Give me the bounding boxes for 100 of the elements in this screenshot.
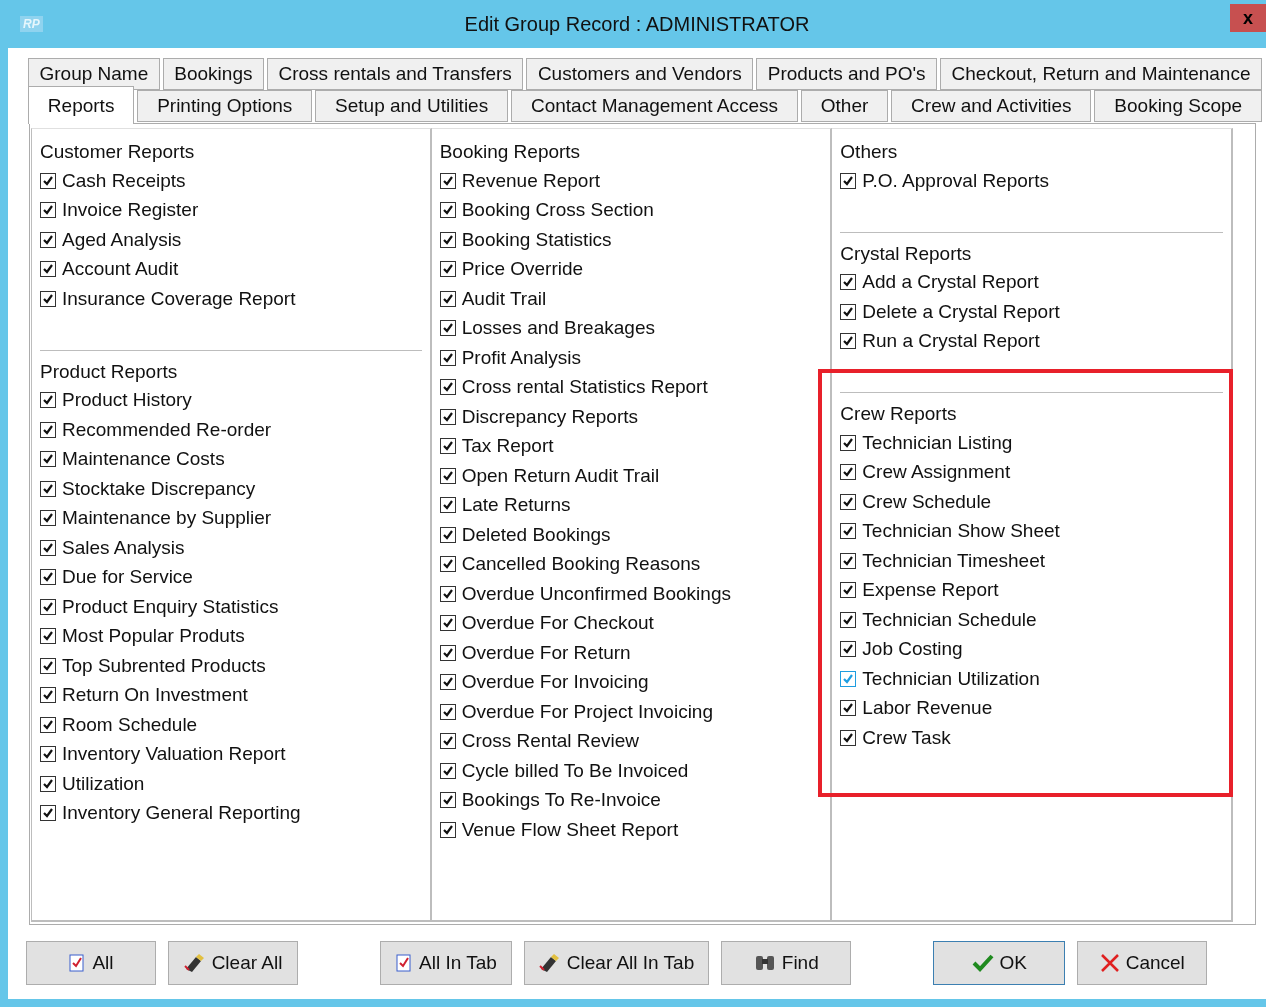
checkbox[interactable] [439,202,456,219]
checkbox[interactable] [840,172,857,189]
cancel-button[interactable]: Cancel [1077,941,1208,985]
checkbox[interactable] [840,523,857,540]
checkbox[interactable] [439,821,456,838]
tab[interactable]: Other [800,90,889,122]
checkbox[interactable] [840,552,857,569]
checkbox[interactable] [40,451,56,468]
checkbox[interactable] [840,641,857,658]
checkbox[interactable] [40,290,56,307]
checkbox-label: Labor Revenue [862,697,993,720]
checkbox[interactable] [840,464,857,481]
checkbox-label: Price Override [461,258,584,281]
checkbox[interactable] [40,480,56,497]
checkbox-label: Product Enquiry Statistics [62,595,279,618]
tab[interactable]: Customers and Vendors [526,58,754,90]
checkbox[interactable] [439,585,456,602]
checkbox-label: Discrepancy Reports [461,405,638,428]
clear-button[interactable]: Clear All [168,941,298,985]
checkbox[interactable] [439,320,456,337]
clear-button[interactable]: Clear All In Tab [523,941,710,985]
checkbox[interactable] [439,408,456,425]
tab[interactable]: Checkout, Return and Maintenance [940,58,1262,90]
checkbox[interactable] [40,569,56,586]
checkbox-label: Overdue Unconfirmed Bookings [461,582,731,605]
checkbox-label: Cross Rental Review [461,730,640,753]
checklist-icon [395,954,413,972]
checkbox-label: Technician Timesheet [862,549,1046,572]
checkbox-label: Revenue Report [461,169,601,192]
section-title: Others [840,140,899,164]
checkbox[interactable] [439,438,456,455]
tab[interactable]: Booking Scope [1094,90,1263,122]
checkbox[interactable] [840,700,857,717]
checkbox[interactable] [40,421,56,438]
checkbox[interactable] [840,434,857,451]
checkbox[interactable] [40,687,56,704]
checkbox[interactable] [439,172,456,189]
section-title: Booking Reports [439,140,582,164]
checkbox[interactable] [439,703,456,720]
checkbox[interactable] [40,231,56,248]
checkbox-label: Technician Schedule [862,608,1037,631]
select-all-button[interactable]: All In Tab [380,941,512,985]
select-all-button[interactable]: All [26,941,156,985]
checkbox[interactable] [439,231,456,248]
checkbox[interactable] [840,670,857,687]
tab[interactable]: Setup and Utilities [315,90,509,122]
checkbox[interactable] [40,775,56,792]
checkbox[interactable] [439,497,456,514]
checkbox[interactable] [40,172,56,189]
checkbox[interactable] [840,729,857,746]
checkbox[interactable] [439,674,456,691]
checkbox[interactable] [840,303,857,320]
tab[interactable]: Group Name [28,58,160,90]
tab[interactable]: Bookings [162,58,264,90]
tab[interactable]: Reports [28,86,135,124]
close-button[interactable]: x [1230,4,1266,32]
checkbox-label: Overdue For Return [461,641,631,664]
checkbox[interactable] [439,762,456,779]
checkbox[interactable] [40,539,56,556]
ok-button[interactable]: OK [933,941,1066,985]
checkbox[interactable] [40,202,56,219]
checkbox[interactable] [840,274,857,291]
tab[interactable]: Crew and Activities [891,90,1092,122]
checkbox[interactable] [439,261,456,278]
checkbox[interactable] [439,733,456,750]
checkbox[interactable] [840,611,857,628]
checkbox[interactable] [40,261,56,278]
checkbox[interactable] [40,746,56,763]
checkbox-label: Technician Listing [862,431,1013,454]
tab[interactable]: Printing Options [137,90,313,122]
checkbox-label: Profit Analysis [461,346,581,369]
checkbox[interactable] [840,493,857,510]
checkbox[interactable] [439,467,456,484]
tab[interactable]: Products and PO's [756,58,938,90]
checkbox[interactable] [439,349,456,366]
checkbox[interactable] [840,582,857,599]
checkbox[interactable] [439,556,456,573]
checkbox[interactable] [439,615,456,632]
checkbox[interactable] [40,598,56,615]
checkbox-label: Maintenance Costs [62,448,225,471]
checkbox[interactable] [40,805,56,822]
tab[interactable]: Cross rentals and Transfers [267,58,524,90]
checkbox[interactable] [439,290,456,307]
checkbox-label: Utilization [62,772,145,795]
checkbox-label: Crew Assignment [862,461,1011,484]
checkbox[interactable] [439,526,456,543]
checkbox-label: Venue Flow Sheet Report [461,818,679,841]
checkbox[interactable] [840,333,857,350]
checkbox[interactable] [40,628,56,645]
checkbox[interactable] [40,716,56,733]
checkbox[interactable] [439,379,456,396]
checkbox-label: Most Popular Produts [62,625,245,648]
checkbox[interactable] [40,657,56,674]
tab[interactable]: Contact Management Access [511,90,798,122]
checkbox-label: P.O. Approval Reports [862,169,1049,192]
checkbox[interactable] [40,392,56,409]
checkbox[interactable] [439,644,456,661]
checkbox[interactable] [439,792,456,809]
find-button[interactable]: Find [721,941,852,985]
checkbox[interactable] [40,510,56,527]
